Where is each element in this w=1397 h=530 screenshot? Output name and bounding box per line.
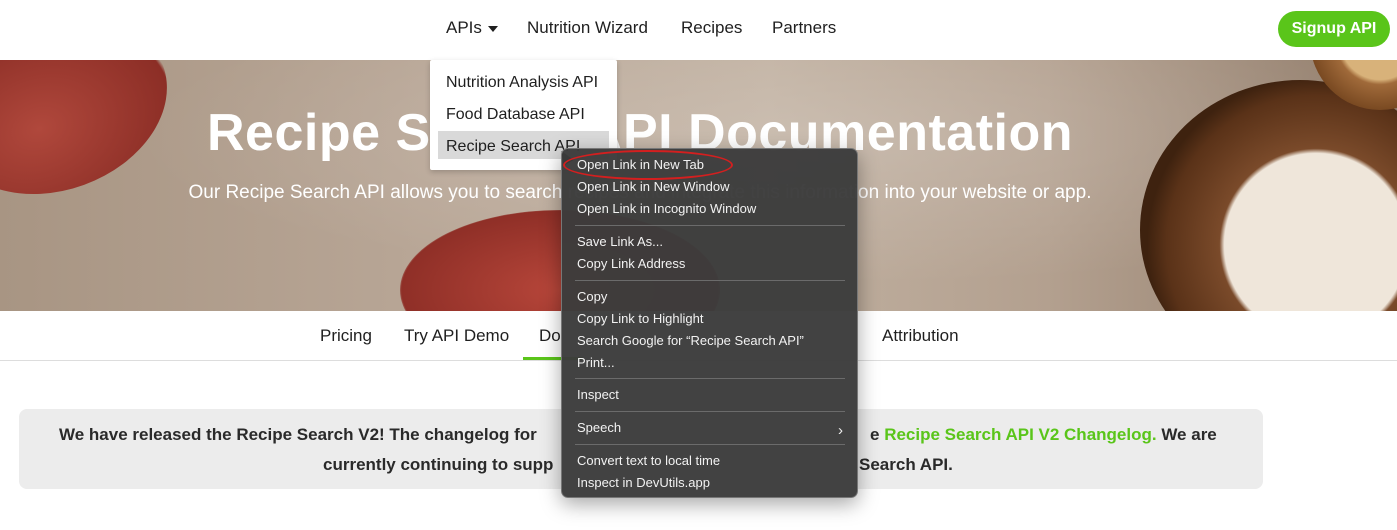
tab-pricing[interactable]: Pricing [320, 326, 372, 346]
signup-api-button[interactable]: Signup API [1278, 11, 1390, 47]
chevron-right-icon: › [838, 422, 843, 439]
context-menu: Open Link in New Tab Open Link in New Wi… [561, 148, 858, 498]
ctx-separator [575, 225, 845, 226]
notice-text-end: We are [1156, 425, 1217, 444]
ctx-copy-link-to-highlight[interactable]: Copy Link to Highlight [577, 311, 703, 326]
ctx-separator [575, 444, 845, 445]
dropdown-item-food-database-api[interactable]: Food Database API [446, 106, 585, 124]
ctx-copy-link-address[interactable]: Copy Link Address [577, 256, 685, 271]
nav-apis[interactable]: APIs [446, 18, 498, 38]
ctx-open-link-incognito[interactable]: Open Link in Incognito Window [577, 201, 756, 216]
nav-partners[interactable]: Partners [772, 18, 836, 38]
ctx-save-link-as[interactable]: Save Link As... [577, 234, 663, 249]
ctx-separator [575, 411, 845, 412]
caret-down-icon [487, 25, 498, 32]
changelog-link[interactable]: Recipe Search API V2 Changelog. [884, 425, 1156, 444]
ctx-inspect-devutils[interactable]: Inspect in DevUtils.app [577, 475, 710, 490]
ctx-copy[interactable]: Copy [577, 289, 607, 304]
ctx-inspect[interactable]: Inspect [577, 387, 619, 402]
annotation-highlight-ring [563, 150, 733, 180]
ctx-separator [575, 378, 845, 379]
notice-text-prefix: e [870, 425, 885, 444]
tab-try-api-demo[interactable]: Try API Demo [404, 326, 509, 346]
notice-text-link-line: e Recipe Search API V2 Changelog. We are [870, 425, 1217, 445]
ctx-speech[interactable]: Speech [577, 420, 621, 435]
ctx-search-google[interactable]: Search Google for “Recipe Search API” [577, 333, 804, 348]
tab-documentation[interactable]: Do [539, 326, 561, 346]
notice-text-start: We have released the Recipe Search V2! T… [59, 425, 537, 444]
dropdown-item-nutrition-analysis-api[interactable]: Nutrition Analysis API [446, 74, 598, 92]
ctx-separator [575, 280, 845, 281]
nav-nutrition-wizard[interactable]: Nutrition Wizard [527, 18, 648, 38]
nav-recipes[interactable]: Recipes [681, 18, 742, 38]
notice-text-line2-end: Search API. [859, 455, 953, 474]
nav-apis-label: APIs [446, 18, 482, 37]
ctx-print[interactable]: Print... [577, 355, 615, 370]
tab-attribution[interactable]: Attribution [882, 326, 959, 346]
ctx-convert-text-local-time[interactable]: Convert text to local time [577, 453, 720, 468]
notice-text-line2-start: currently continuing to supp [323, 455, 554, 474]
ctx-open-link-new-window[interactable]: Open Link in New Window [577, 179, 729, 194]
top-navigation: APIs Nutrition Wizard Recipes Partners S… [0, 0, 1397, 60]
